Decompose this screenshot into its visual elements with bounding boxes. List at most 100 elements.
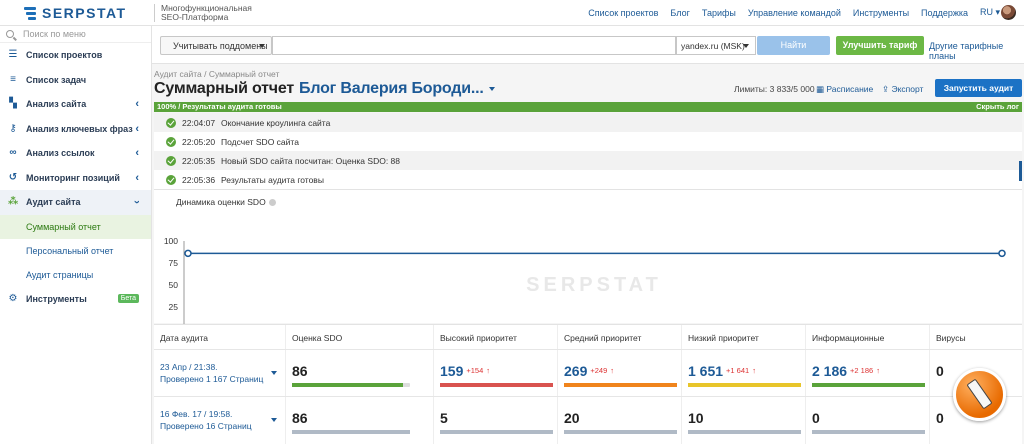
nav-projects-link[interactable]: Список проектов <box>588 8 658 18</box>
y-tick-label: 100 <box>164 236 178 246</box>
avatar[interactable] <box>1001 5 1016 20</box>
caret-down-icon[interactable] <box>488 86 495 91</box>
calendar-icon: ▦ <box>816 84 825 94</box>
language-selector[interactable]: RU ▾ <box>980 7 1000 18</box>
site-analysis-icon: ▚ <box>9 98 17 110</box>
link-icon: ∞ <box>9 147 17 159</box>
gear-icon: ⚙ <box>8 292 18 304</box>
info-value: 2 186 <box>812 363 848 379</box>
info-cell[interactable]: 2 186 +2 186 ↑ <box>805 350 929 397</box>
chevron-left-icon: ‹ <box>135 98 139 110</box>
sidebar-subitem-page-audit[interactable]: Аудит страницы <box>0 263 151 287</box>
tagline: Многофункциональная SEO-Платформа <box>154 3 252 22</box>
sidebar-item-label: Мониторинг позиций <box>26 172 120 183</box>
col-header-viruses: Вирусы <box>929 325 1022 349</box>
beta-badge: Бета <box>117 293 139 303</box>
sdo-bar <box>292 383 410 387</box>
sidebar-subitem-personal[interactable]: Персональный отчет <box>0 239 151 263</box>
audit-log: 22:04:07 Окончание кроулинга сайта 22:05… <box>154 113 1022 189</box>
upgrade-button[interactable]: Улучшить тариф <box>836 36 924 55</box>
viruses-value: 0 <box>936 410 944 426</box>
breadcrumb[interactable]: Аудит сайта / Суммарный отчет <box>154 69 279 79</box>
pages-checked: Проверено 1 167 Страниц <box>160 374 264 384</box>
sidebar-item-site-analysis[interactable]: ▚ Анализ сайта ‹ <box>0 92 151 117</box>
limits-text: Лимиты: 3 833/5 000 <box>734 84 815 94</box>
sidebar-item-tools[interactable]: ⚙ Инструменты Бета <box>0 287 151 312</box>
top-nav: Список проектов Блог Тарифы Управление к… <box>576 0 968 26</box>
sidebar-subitem-summary[interactable]: Суммарный отчет <box>0 214 151 239</box>
arrow-up-icon: ↑ <box>610 366 615 375</box>
sidebar-item-links[interactable]: ∞ Анализ ссылок ‹ <box>0 141 151 166</box>
medium-value: 20 <box>564 410 580 426</box>
chevron-left-icon: ‹ <box>135 147 139 159</box>
col-header-low: Низкий приоритет <box>681 325 805 349</box>
date-cell[interactable]: 23 Апр / 21:38. Проверено 1 167 Страниц <box>154 350 285 397</box>
high-value: 5 <box>440 410 448 426</box>
run-audit-button[interactable]: Запустить аудит <box>935 79 1022 97</box>
low-priority-cell[interactable]: 1 651 +1 641 ↑ <box>681 350 805 397</box>
database-value: yandex.ru (MSK) <box>681 41 745 51</box>
log-message: Подсчет SDO сайта <box>221 136 299 147</box>
domain-search-input[interactable] <box>272 36 676 55</box>
info-delta: +2 186 <box>850 366 874 375</box>
chevron-left-icon: ‹ <box>135 122 139 135</box>
sidebar-item-rank-tracking[interactable]: ↺ Мониторинг позиций ‹ <box>0 166 151 191</box>
arrow-up-icon: ↑ <box>486 366 491 375</box>
sidebar-search[interactable]: Поиск по меню <box>0 26 151 43</box>
medium-priority-cell[interactable]: 269 +249 ↑ <box>557 350 681 397</box>
sidebar-item-keywords[interactable]: ⚷ Анализ ключевых фраз ‹ <box>0 117 151 142</box>
nav-blog-link[interactable]: Блог <box>670 8 689 18</box>
logo[interactable]: SERPSTAT <box>0 0 152 26</box>
hide-log-button[interactable]: Скрыть лог <box>976 102 1019 112</box>
sitemap-icon: ⁂ <box>8 196 19 208</box>
sidebar-item-label: Анализ сайта <box>26 99 87 110</box>
schedule-link[interactable]: ▦ Расписание <box>816 84 873 95</box>
subdomains-dropdown[interactable]: Учитывать поддомены <box>160 36 272 55</box>
low-value: 1 651 <box>688 363 724 379</box>
audit-date: 23 Апр / 21:38. <box>160 362 218 372</box>
arrow-up-icon: ↑ <box>752 366 756 375</box>
log-scrollbar[interactable] <box>1019 161 1022 181</box>
caret-down-icon[interactable] <box>271 418 277 422</box>
logo-text: SERPSTAT <box>42 4 127 21</box>
info-bar <box>812 430 925 434</box>
high-bar <box>440 430 553 434</box>
sidebar-item-tasks[interactable]: ≡ Список задач <box>0 68 151 93</box>
history-icon: ↺ <box>8 171 18 183</box>
info-bar <box>812 383 925 387</box>
log-row: 22:05:20 Подсчет SDO сайта <box>154 132 1022 151</box>
chevron-left-icon: ‹ <box>135 171 139 184</box>
nav-pricing-link[interactable]: Тарифы <box>702 8 736 18</box>
nav-tools-link[interactable]: Инструменты <box>853 8 909 18</box>
database-select[interactable]: yandex.ru (MSK) <box>676 36 756 55</box>
medium-bar <box>564 383 677 387</box>
find-button[interactable]: Найти <box>757 36 830 55</box>
col-header-medium: Средний приоритет <box>557 325 681 349</box>
sidebar-item-site-audit[interactable]: ⁂ Аудит сайта ‹ <box>0 190 151 215</box>
caret-down-icon <box>259 44 265 48</box>
search-bar: Учитывать поддомены yandex.ru (MSK) Найт… <box>152 26 1024 64</box>
check-circle-icon <box>166 155 176 166</box>
check-circle-icon <box>166 174 176 185</box>
medium-value: 269 <box>564 363 588 379</box>
other-plans-link[interactable]: Другие тарифные планы <box>929 41 1024 61</box>
logo-icon <box>24 6 38 20</box>
top-header: SERPSTAT Многофункциональная SEO-Платфор… <box>0 0 1024 26</box>
sdo-data-point <box>184 249 192 258</box>
sdo-value: 86 <box>292 410 308 426</box>
page-title: Суммарный отчет Блог Валерия Бороди... <box>154 80 495 98</box>
caret-down-icon[interactable] <box>271 371 277 375</box>
medium-bar <box>564 430 677 434</box>
date-cell[interactable]: 16 Фев. 17 / 19:58. Проверено 16 Страниц <box>154 397 285 444</box>
project-selector[interactable]: Блог Валерия Бороди... <box>299 80 484 97</box>
export-link[interactable]: ⇪ Экспорт <box>882 84 923 95</box>
export-icon: ⇪ <box>882 84 890 94</box>
y-tick-label: 50 <box>169 280 179 290</box>
tagline-line2: SEO-Платформа <box>161 11 229 22</box>
low-priority-cell: 10 <box>681 397 805 444</box>
nav-support-link[interactable]: Поддержка <box>921 8 968 18</box>
pencil-icon[interactable] <box>953 368 1006 421</box>
high-priority-cell[interactable]: 159 +154 ↑ <box>433 350 557 397</box>
sidebar-item-projects[interactable]: ☰ Список проектов <box>0 43 151 68</box>
nav-team-link[interactable]: Управление командой <box>748 8 841 18</box>
